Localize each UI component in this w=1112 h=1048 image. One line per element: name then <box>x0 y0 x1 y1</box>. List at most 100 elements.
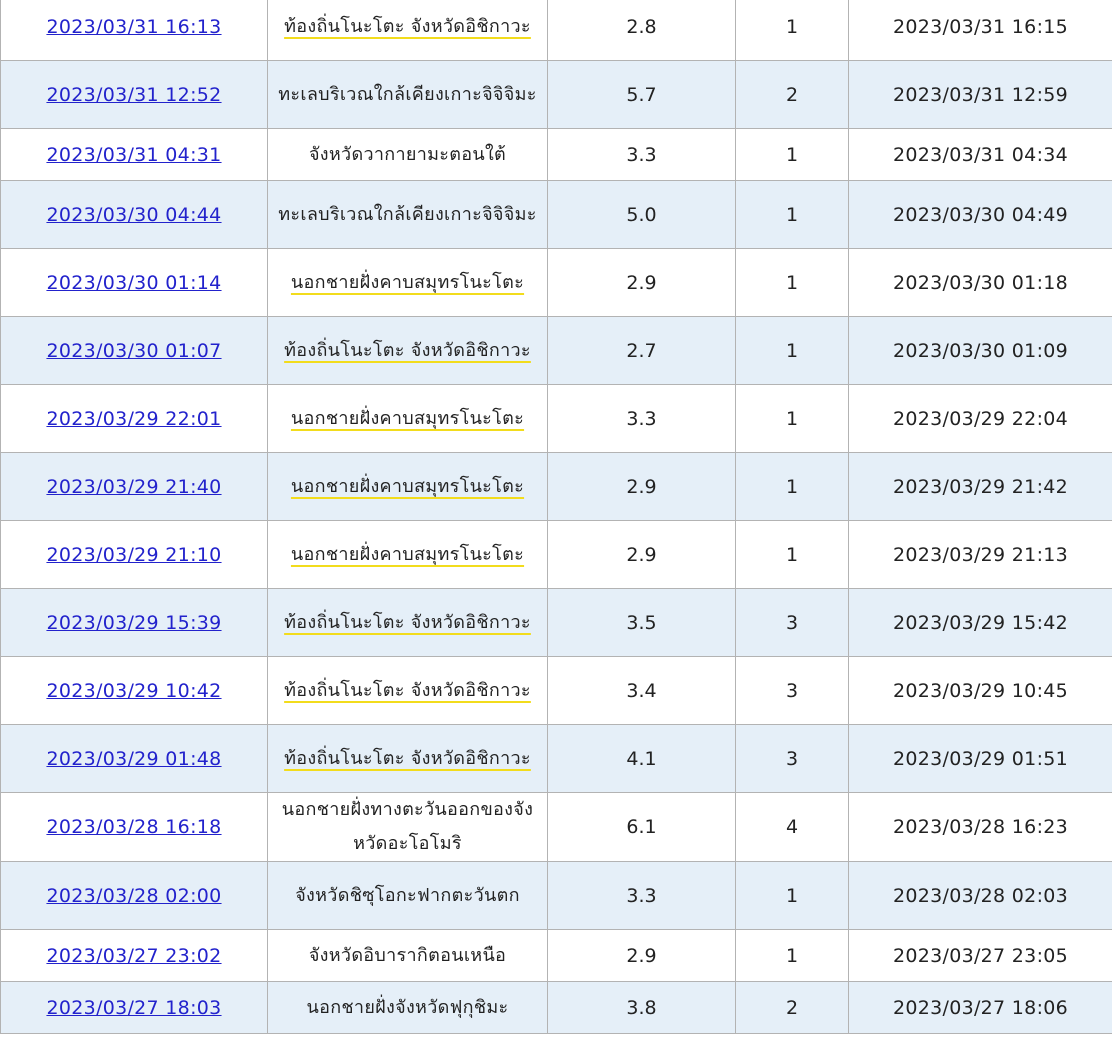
occurrence-time-cell: 2023/03/31 16:13 <box>0 0 268 61</box>
occurrence-time-link[interactable]: 2023/03/31 12:52 <box>46 84 221 106</box>
epicenter-name: ท้องถิ่นโนะโตะ จังหวัดอิชิกาวะ <box>284 747 531 769</box>
max-intensity-cell: 1 <box>735 520 849 589</box>
occurrence-time-cell: 2023/03/30 04:44 <box>0 180 268 249</box>
magnitude-cell: 2.9 <box>547 452 736 521</box>
occurrence-time-link[interactable]: 2023/03/30 04:44 <box>46 204 221 226</box>
occurrence-time-link[interactable]: 2023/03/29 01:48 <box>46 748 221 770</box>
occurrence-time-link[interactable]: 2023/03/31 16:13 <box>46 16 221 38</box>
occurrence-time-cell: 2023/03/28 02:00 <box>0 861 268 930</box>
table-row: 2023/03/29 21:10 นอกชายฝั่งคาบสมุทรโนะโต… <box>0 520 1112 589</box>
occurrence-time-link[interactable]: 2023/03/31 04:31 <box>46 144 221 166</box>
magnitude-cell: 5.7 <box>547 60 736 129</box>
epicenter-cell: นอกชายฝั่งคาบสมุทรโนะโตะ <box>267 248 548 317</box>
report-time-cell: 2023/03/29 21:42 <box>848 452 1112 521</box>
report-time-cell: 2023/03/29 15:42 <box>848 588 1112 657</box>
epicenter-name: ท้องถิ่นโนะโตะ จังหวัดอิชิกาวะ <box>284 611 531 633</box>
occurrence-time-cell: 2023/03/29 01:48 <box>0 724 268 793</box>
table-row: 2023/03/31 16:13 ท้องถิ่นโนะโตะ จังหวัดอ… <box>0 0 1112 61</box>
magnitude-cell: 3.3 <box>547 384 736 453</box>
report-time-cell: 2023/03/31 04:34 <box>848 128 1112 181</box>
occurrence-time-link[interactable]: 2023/03/28 16:18 <box>46 816 221 838</box>
epicenter-cell: นอกชายฝั่งคาบสมุทรโนะโตะ <box>267 520 548 589</box>
table-row: 2023/03/30 01:14 นอกชายฝั่งคาบสมุทรโนะโต… <box>0 248 1112 317</box>
epicenter-cell: ท้องถิ่นโนะโตะ จังหวัดอิชิกาวะ <box>267 0 548 61</box>
table-row: 2023/03/30 01:07 ท้องถิ่นโนะโตะ จังหวัดอ… <box>0 316 1112 385</box>
magnitude-cell: 4.1 <box>547 724 736 793</box>
epicenter-name: จังหวัดอิบารากิตอนเหนือ <box>308 944 507 966</box>
table-row: 2023/03/29 22:01 นอกชายฝั่งคาบสมุทรโนะโต… <box>0 384 1112 453</box>
magnitude-cell: 2.8 <box>547 0 736 61</box>
table-row: 2023/03/28 16:18 นอกชายฝั่งทางตะวันออกขอ… <box>0 792 1112 862</box>
occurrence-time-link[interactable]: 2023/03/29 21:10 <box>46 544 221 566</box>
epicenter-cell: จังหวัดชิซุโอกะฟากตะวันตก <box>267 861 548 930</box>
epicenter-name: นอกชายฝั่งคาบสมุทรโนะโตะ <box>290 475 525 497</box>
epicenter-name: ท้องถิ่นโนะโตะ จังหวัดอิชิกาวะ <box>284 339 531 361</box>
occurrence-time-cell: 2023/03/29 15:39 <box>0 588 268 657</box>
magnitude-cell: 5.0 <box>547 180 736 249</box>
epicenter-cell: จังหวัดอิบารากิตอนเหนือ <box>267 929 548 982</box>
epicenter-name: ท้องถิ่นโนะโตะ จังหวัดอิชิกาวะ <box>284 679 531 701</box>
magnitude-cell: 3.8 <box>547 981 736 1034</box>
max-intensity-cell: 1 <box>735 452 849 521</box>
epicenter-name: นอกชายฝั่งคาบสมุทรโนะโตะ <box>290 271 525 293</box>
report-time-cell: 2023/03/27 18:06 <box>848 981 1112 1034</box>
occurrence-time-link[interactable]: 2023/03/29 10:42 <box>46 680 221 702</box>
report-time-cell: 2023/03/27 23:05 <box>848 929 1112 982</box>
max-intensity-cell: 2 <box>735 60 849 129</box>
epicenter-cell: นอกชายฝั่งจังหวัดฟุกุชิมะ <box>267 981 548 1034</box>
max-intensity-cell: 3 <box>735 588 849 657</box>
occurrence-time-link[interactable]: 2023/03/27 18:03 <box>46 997 221 1019</box>
occurrence-time-cell: 2023/03/28 16:18 <box>0 792 268 862</box>
report-time-cell: 2023/03/29 01:51 <box>848 724 1112 793</box>
occurrence-time-link[interactable]: 2023/03/29 21:40 <box>46 476 221 498</box>
epicenter-name: นอกชายฝั่งจังหวัดฟุกุชิมะ <box>306 996 509 1018</box>
magnitude-cell: 2.7 <box>547 316 736 385</box>
occurrence-time-link[interactable]: 2023/03/30 01:14 <box>46 272 221 294</box>
occurrence-time-cell: 2023/03/30 01:07 <box>0 316 268 385</box>
max-intensity-cell: 1 <box>735 128 849 181</box>
epicenter-cell: ท้องถิ่นโนะโตะ จังหวัดอิชิกาวะ <box>267 724 548 793</box>
earthquake-list-table: 2023/03/31 16:13 ท้องถิ่นโนะโตะ จังหวัดอ… <box>0 0 1112 1034</box>
epicenter-name: ท้องถิ่นโนะโตะ จังหวัดอิชิกาวะ <box>284 15 531 37</box>
occurrence-time-cell: 2023/03/31 04:31 <box>0 128 268 181</box>
epicenter-cell: นอกชายฝั่งคาบสมุทรโนะโตะ <box>267 452 548 521</box>
table-row: 2023/03/28 02:00 จังหวัดชิซุโอกะฟากตะวัน… <box>0 861 1112 930</box>
table-row: 2023/03/27 23:02 จังหวัดอิบารากิตอนเหนือ… <box>0 929 1112 982</box>
max-intensity-cell: 1 <box>735 248 849 317</box>
occurrence-time-link[interactable]: 2023/03/28 02:00 <box>46 885 221 907</box>
max-intensity-cell: 3 <box>735 656 849 725</box>
max-intensity-cell: 1 <box>735 180 849 249</box>
report-time-cell: 2023/03/28 02:03 <box>848 861 1112 930</box>
epicenter-name: จังหวัดชิซุโอกะฟากตะวันตก <box>295 884 520 906</box>
table-row: 2023/03/29 15:39 ท้องถิ่นโนะโตะ จังหวัดอ… <box>0 588 1112 657</box>
occurrence-time-link[interactable]: 2023/03/29 22:01 <box>46 408 221 430</box>
epicenter-cell: นอกชายฝั่งทางตะวันออกของจังหวัดอะโอโมริ <box>267 792 548 862</box>
earthquake-list-body: 2023/03/31 16:13 ท้องถิ่นโนะโตะ จังหวัดอ… <box>0 0 1112 1034</box>
table-row: 2023/03/29 21:40 นอกชายฝั่งคาบสมุทรโนะโต… <box>0 452 1112 521</box>
magnitude-cell: 3.4 <box>547 656 736 725</box>
occurrence-time-cell: 2023/03/27 18:03 <box>0 981 268 1034</box>
epicenter-cell: นอกชายฝั่งคาบสมุทรโนะโตะ <box>267 384 548 453</box>
epicenter-name: ทะเลบริเวณใกล้เคียงเกาะจิจิจิมะ <box>278 203 537 225</box>
max-intensity-cell: 1 <box>735 316 849 385</box>
table-row: 2023/03/30 04:44 ทะเลบริเวณใกล้เคียงเกาะ… <box>0 180 1112 249</box>
occurrence-time-link[interactable]: 2023/03/29 15:39 <box>46 612 221 634</box>
magnitude-cell: 2.9 <box>547 520 736 589</box>
epicenter-name: ทะเลบริเวณใกล้เคียงเกาะจิจิจิมะ <box>278 83 537 105</box>
report-time-cell: 2023/03/29 22:04 <box>848 384 1112 453</box>
table-row: 2023/03/27 18:03 นอกชายฝั่งจังหวัดฟุกุชิ… <box>0 981 1112 1034</box>
epicenter-name: นอกชายฝั่งทางตะวันออกของจังหวัดอะโอโมริ <box>281 799 534 854</box>
epicenter-cell: ท้องถิ่นโนะโตะ จังหวัดอิชิกาวะ <box>267 656 548 725</box>
occurrence-time-link[interactable]: 2023/03/30 01:07 <box>46 340 221 362</box>
occurrence-time-link[interactable]: 2023/03/27 23:02 <box>46 945 221 967</box>
magnitude-cell: 2.9 <box>547 248 736 317</box>
max-intensity-cell: 2 <box>735 981 849 1034</box>
magnitude-cell: 3.3 <box>547 861 736 930</box>
max-intensity-cell: 1 <box>735 0 849 61</box>
report-time-cell: 2023/03/30 04:49 <box>848 180 1112 249</box>
epicenter-cell: จังหวัดวากายามะตอนใต้ <box>267 128 548 181</box>
epicenter-name: จังหวัดวากายามะตอนใต้ <box>308 143 507 165</box>
occurrence-time-cell: 2023/03/29 21:10 <box>0 520 268 589</box>
report-time-cell: 2023/03/31 12:59 <box>848 60 1112 129</box>
report-time-cell: 2023/03/30 01:18 <box>848 248 1112 317</box>
